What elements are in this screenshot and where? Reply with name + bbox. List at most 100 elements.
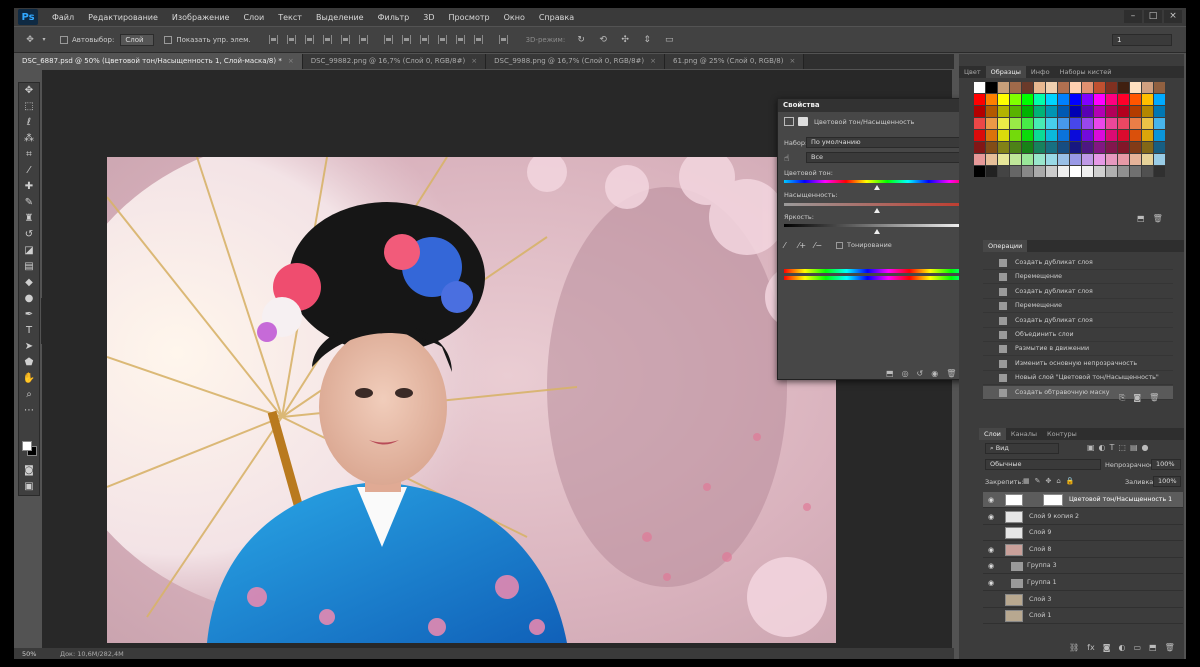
swatch[interactable] — [1082, 142, 1093, 153]
canvas-image[interactable] — [107, 157, 836, 643]
eyedropper-icon[interactable]: ⁄ — [784, 241, 785, 250]
swatch[interactable] — [974, 154, 985, 165]
swatch[interactable] — [1046, 94, 1057, 105]
swatch[interactable] — [1130, 94, 1141, 105]
swatch[interactable] — [1070, 154, 1081, 165]
opacity-field[interactable]: 100% — [1151, 459, 1181, 470]
close-icon[interactable]: × — [471, 57, 477, 65]
clip-to-layer-icon[interactable]: ⬒ — [886, 369, 894, 378]
swatch[interactable] — [986, 106, 997, 117]
layer-row[interactable]: ◉ Цветовой тон/Насыщенность 1 — [983, 492, 1183, 508]
swatch[interactable] — [1142, 94, 1153, 105]
swatch[interactable] — [1142, 154, 1153, 165]
swatch[interactable] — [1034, 82, 1045, 93]
layer-row[interactable]: Слой 3 — [983, 592, 1183, 608]
swatch[interactable] — [998, 94, 1009, 105]
blur-tool-icon[interactable]: ◆ — [19, 275, 39, 291]
tab-paths[interactable]: Контуры — [1042, 428, 1082, 440]
swatch[interactable] — [1118, 94, 1129, 105]
mask-icon[interactable] — [798, 117, 808, 126]
align-top-icon[interactable] — [268, 35, 278, 44]
3d-pan-icon[interactable]: ✣ — [619, 34, 631, 46]
swatch[interactable] — [1130, 154, 1141, 165]
align-left-icon[interactable] — [322, 35, 332, 44]
layer-row[interactable]: Слой 9 — [983, 525, 1183, 542]
fill-field[interactable]: 100% — [1153, 476, 1181, 487]
swatch[interactable] — [974, 94, 985, 105]
saturation-slider-track[interactable] — [784, 203, 970, 206]
swatch[interactable] — [998, 82, 1009, 93]
history-item[interactable]: Создать дубликат слоя — [983, 256, 1173, 270]
move-tool-icon[interactable]: ✥ — [19, 83, 39, 99]
hue-slider-track[interactable] — [784, 180, 970, 183]
swatch[interactable] — [1022, 118, 1033, 129]
more-tools-icon[interactable]: ⋯ — [19, 403, 39, 419]
swatch[interactable] — [1022, 106, 1033, 117]
swatch[interactable] — [1130, 118, 1141, 129]
close-icon[interactable]: × — [789, 57, 795, 65]
tab-dsc-99882[interactable]: DSC_99882.png @ 16,7% (Слой 0, RGB/8#) × — [302, 54, 487, 69]
swatch[interactable] — [1022, 94, 1033, 105]
3d-slide-icon[interactable]: ⇕ — [641, 34, 653, 46]
swatch[interactable] — [1094, 94, 1105, 105]
saturation-slider-thumb[interactable] — [874, 208, 880, 213]
swatch[interactable] — [1118, 154, 1129, 165]
swatch[interactable] — [1082, 118, 1093, 129]
new-swatch-icon[interactable]: ⬒ — [1137, 214, 1145, 223]
layer-row[interactable]: Слой 1 — [983, 608, 1183, 625]
tab-layers[interactable]: Слои — [979, 428, 1006, 440]
swatch[interactable] — [974, 142, 985, 153]
swatch[interactable] — [1034, 142, 1045, 153]
swatch[interactable] — [1106, 94, 1117, 105]
swatch[interactable] — [1094, 82, 1105, 93]
tab-info[interactable]: Инфо — [1026, 66, 1055, 78]
3d-scale-icon[interactable]: ▭ — [663, 34, 675, 46]
swatch[interactable] — [1082, 154, 1093, 165]
swatch[interactable] — [1046, 142, 1057, 153]
lock-icons[interactable]: ▦✎✥⌂🔒 — [1023, 477, 1080, 485]
chevron-down-icon[interactable]: ▾ — [38, 34, 50, 46]
tab-brush-presets[interactable]: Наборы кистей — [1055, 66, 1117, 78]
preset-select[interactable]: По умолчанию — [806, 137, 972, 148]
trash-icon[interactable]: 🗑 — [946, 369, 956, 378]
swatch[interactable] — [1070, 106, 1081, 117]
swatch[interactable] — [1094, 166, 1105, 177]
auto-align-icon[interactable] — [498, 35, 508, 44]
swatch[interactable] — [1046, 82, 1057, 93]
swatch[interactable] — [998, 118, 1009, 129]
swatch[interactable] — [1010, 82, 1021, 93]
hand-tool-icon[interactable]: ✋ — [19, 371, 39, 387]
eye-icon[interactable] — [988, 612, 996, 620]
layer-row[interactable]: ◉ Слой 8 — [983, 542, 1183, 558]
swatch[interactable] — [974, 82, 985, 93]
swatch[interactable] — [986, 94, 997, 105]
swatch[interactable] — [986, 166, 997, 177]
swatch[interactable] — [1154, 154, 1165, 165]
swatch[interactable] — [1106, 142, 1117, 153]
swatch[interactable] — [1082, 82, 1093, 93]
swatch[interactable] — [1034, 106, 1045, 117]
layer-row[interactable]: ◉ Группа 1 — [983, 575, 1183, 591]
tab-channels[interactable]: Каналы — [1006, 428, 1042, 440]
reset-icon[interactable]: ↺ — [917, 369, 924, 378]
history-item[interactable]: Создать дубликат слоя — [983, 285, 1173, 299]
swatch[interactable] — [1010, 154, 1021, 165]
trash-icon[interactable]: 🗑 — [1149, 393, 1159, 403]
dodge-tool-icon[interactable]: ● — [19, 291, 39, 307]
move-tool-icon[interactable]: ✥ — [24, 34, 36, 46]
menu-edit[interactable]: Редактирование — [88, 13, 158, 22]
swatch[interactable] — [1010, 94, 1021, 105]
swatch[interactable] — [1130, 142, 1141, 153]
swatch[interactable] — [1010, 118, 1021, 129]
swatch[interactable] — [1082, 94, 1093, 105]
new-group-icon[interactable]: ▭ — [1133, 643, 1141, 652]
eyedropper-minus-icon[interactable]: ⁄− — [814, 241, 822, 250]
swatch[interactable] — [998, 154, 1009, 165]
new-snapshot-icon[interactable]: ◙ — [1133, 393, 1141, 403]
distribute-hcenter-icon[interactable] — [455, 35, 465, 44]
eyedropper-tool-icon[interactable]: ⁄ — [19, 163, 39, 179]
swatch[interactable] — [1010, 130, 1021, 141]
swatch[interactable] — [1142, 142, 1153, 153]
close-icon[interactable]: × — [288, 57, 294, 65]
link-layers-icon[interactable]: ⛓ — [1069, 643, 1079, 652]
